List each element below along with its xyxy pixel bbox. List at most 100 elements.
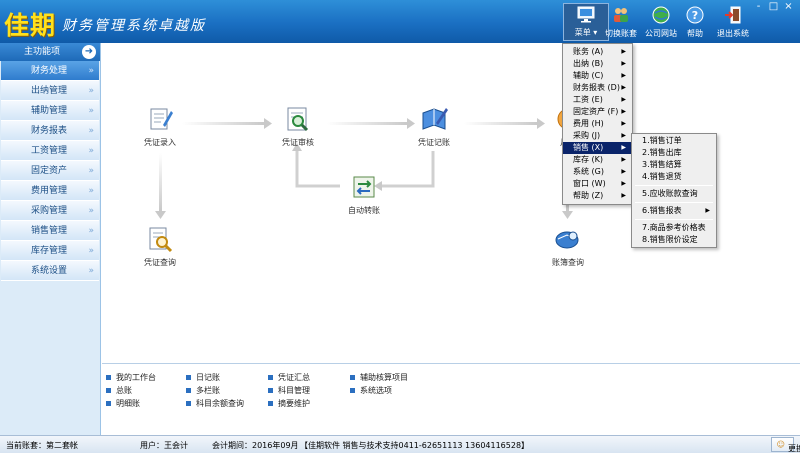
menu-item-label: 帮助 (Z)	[573, 191, 604, 200]
submenu-item-price-limit[interactable]: 8.销售限价设定	[632, 234, 716, 246]
menu-separator	[635, 185, 713, 186]
exit-icon	[725, 6, 741, 24]
menu-item-label: 财务报表 (D)	[573, 83, 620, 92]
flow-node-voucher-audit[interactable]: 凭证审核	[268, 105, 328, 148]
flow-node-voucher-posting[interactable]: 凭证记账	[404, 105, 464, 148]
flow-node-ledger-query[interactable]: 账簿查询	[538, 225, 598, 268]
menu-item-label: 库存 (K)	[573, 155, 604, 164]
collapse-arrow-icon[interactable]: ➜	[82, 45, 96, 59]
sidebar-item-settings[interactable]: 系统设置 »	[1, 261, 99, 281]
sidebar-item-expenses[interactable]: 费用管理 »	[1, 181, 99, 201]
menu-item-cashier[interactable]: 出纳 (B) ▶	[563, 58, 632, 70]
menu-item-accounting[interactable]: 账务 (A) ▶	[563, 46, 632, 58]
submenu-arrow-icon: ▶	[621, 108, 626, 115]
flow-node-label: 凭证录入	[144, 138, 176, 147]
quick-link[interactable]: 我的工作台	[106, 372, 156, 383]
chevron-right-icon: »	[88, 146, 94, 156]
sidebar-item-cashier[interactable]: 出纳管理 »	[1, 81, 99, 101]
quick-link[interactable]: 摘要维护	[268, 398, 310, 409]
sidebar-item-sales[interactable]: 销售管理 »	[1, 221, 99, 241]
arrow-autotransfer-to-audit	[292, 143, 340, 188]
menu-item-label: 窗口 (W)	[573, 179, 606, 188]
menu-item-reports[interactable]: 财务报表 (D) ▶	[563, 82, 632, 94]
sidebar-item-reports[interactable]: 财务报表 »	[1, 121, 99, 141]
submenu-item-sales-reports[interactable]: 6.销售报表 ▶	[632, 205, 716, 217]
arrow-entry-to-query	[155, 153, 166, 219]
menu-item-expenses[interactable]: 费用 (H) ▶	[563, 118, 632, 130]
quick-link[interactable]: 系统选项	[350, 385, 392, 396]
menu-item-payroll[interactable]: 工资 (E) ▶	[563, 94, 632, 106]
quick-link[interactable]: 凭证汇总	[268, 372, 310, 383]
chevron-right-icon: »	[88, 106, 94, 116]
sidebar-item-label: 费用管理	[31, 186, 68, 196]
submenu-arrow-icon: ▶	[621, 84, 626, 91]
sidebar-item-auxiliary[interactable]: 辅助管理 »	[1, 101, 99, 121]
flow-node-label: 自动转账	[348, 206, 380, 215]
sidebar-header: 主功能项 ➜	[0, 43, 100, 61]
submenu-item-sales-order[interactable]: 1.销售订单	[632, 135, 716, 147]
quick-link[interactable]: 明细账	[106, 398, 140, 409]
chevron-right-icon: »	[88, 206, 94, 216]
chevron-right-icon: »	[88, 66, 94, 76]
exit-button[interactable]: 退出系统	[710, 5, 756, 39]
switch-user-button[interactable]: 更换用户	[770, 437, 800, 453]
main-dropdown-menu: 账务 (A) ▶ 出纳 (B) ▶ 辅助 (C) ▶ 财务报表 (D) ▶ 工资 (E)…	[562, 43, 633, 205]
menu-item-inventory[interactable]: 库存 (K) ▶	[563, 154, 632, 166]
svg-text:?: ?	[692, 9, 698, 22]
menu-item-window[interactable]: 窗口 (W) ▶	[563, 178, 632, 190]
submenu-arrow-icon: ▶	[621, 60, 626, 67]
sidebar-item-payroll[interactable]: 工资管理 »	[1, 141, 99, 161]
menu-button-label: 菜单 ▾	[574, 28, 598, 37]
auto-transfer-icon	[353, 176, 375, 198]
menu-item-label: 账务 (A)	[573, 47, 604, 56]
menu-item-purchasing[interactable]: 采购 (J) ▶	[563, 130, 632, 142]
document-search-icon	[149, 227, 173, 253]
menu-item-label: 费用 (H)	[573, 119, 604, 128]
submenu-arrow-icon: ▶	[621, 120, 626, 127]
menu-item-sales[interactable]: 销售 (X) ▶	[563, 142, 632, 154]
flow-node-auto-transfer[interactable]: 自动转账	[334, 173, 394, 216]
users-icon	[614, 8, 628, 22]
chevron-right-icon: »	[88, 186, 94, 196]
document-pen-icon	[150, 108, 173, 130]
globe-icon	[652, 6, 670, 24]
submenu-item-sales-return[interactable]: 4.销售退货	[632, 171, 716, 183]
quick-links: 我的工作台 总账 明细账 日记账 多栏账 科目余额查询 凭证汇总 科目管理 摘要…	[102, 363, 800, 435]
quick-link[interactable]: 日记账	[186, 372, 220, 383]
chevron-right-icon: »	[88, 266, 94, 276]
sidebar-item-fixed-assets[interactable]: 固定资产 »	[1, 161, 99, 181]
menu-item-label: 采购 (J)	[573, 131, 601, 140]
current-account: 当前账套：第二套帐	[6, 441, 78, 450]
menu-item-label: 系统 (G)	[573, 167, 604, 176]
menu-item-help[interactable]: 帮助 (Z) ▶	[563, 190, 632, 202]
submenu-arrow-icon: ▶	[621, 132, 626, 139]
sidebar-item-label: 辅助管理	[31, 106, 68, 116]
sidebar-item-label: 销售管理	[31, 226, 68, 236]
flow-node-voucher-query[interactable]: 凭证查询	[130, 225, 190, 268]
submenu-item-receivables-query[interactable]: 5.应收账款查询	[632, 188, 716, 200]
quick-link[interactable]: 总账	[106, 385, 132, 396]
sidebar-title: 主功能项	[24, 47, 61, 57]
sales-submenu: 1.销售订单 2.销售出库 3.销售结算 4.销售退货 5.应收账款查询 6.销…	[631, 133, 717, 248]
menu-item-system[interactable]: 系统 (G) ▶	[563, 166, 632, 178]
accounting-period: 会计期间：2016年09月	[212, 441, 299, 450]
help-label: 帮助	[687, 29, 703, 38]
flow-node-voucher-entry[interactable]: 凭证录入	[130, 105, 190, 148]
switch-user-label: 更换用户	[788, 444, 800, 453]
current-user: 用户：王会计	[140, 441, 188, 450]
submenu-item-sales-settlement[interactable]: 3.销售结算	[632, 159, 716, 171]
submenu-item-sales-outbound[interactable]: 2.销售出库	[632, 147, 716, 159]
sidebar-item-finance[interactable]: 财务处理 »	[1, 61, 99, 81]
menu-item-auxiliary[interactable]: 辅助 (C) ▶	[563, 70, 632, 82]
menu-item-fixed-assets[interactable]: 固定资产 (F) ▶	[563, 106, 632, 118]
quick-link[interactable]: 辅助核算项目	[350, 372, 408, 383]
maximize-button[interactable]: □	[768, 2, 779, 12]
quick-link[interactable]: 科目余额查询	[186, 398, 244, 409]
sidebar-item-inventory[interactable]: 库存管理 »	[1, 241, 99, 261]
menu-item-label: 辅助 (C)	[573, 71, 604, 80]
sidebar-item-purchasing[interactable]: 采购管理 »	[1, 201, 99, 221]
submenu-item-price-reference[interactable]: 7.商品参考价格表	[632, 222, 716, 234]
quick-link[interactable]: 多栏账	[186, 385, 220, 396]
close-button[interactable]: ×	[783, 2, 794, 12]
quick-link[interactable]: 科目管理	[268, 385, 310, 396]
